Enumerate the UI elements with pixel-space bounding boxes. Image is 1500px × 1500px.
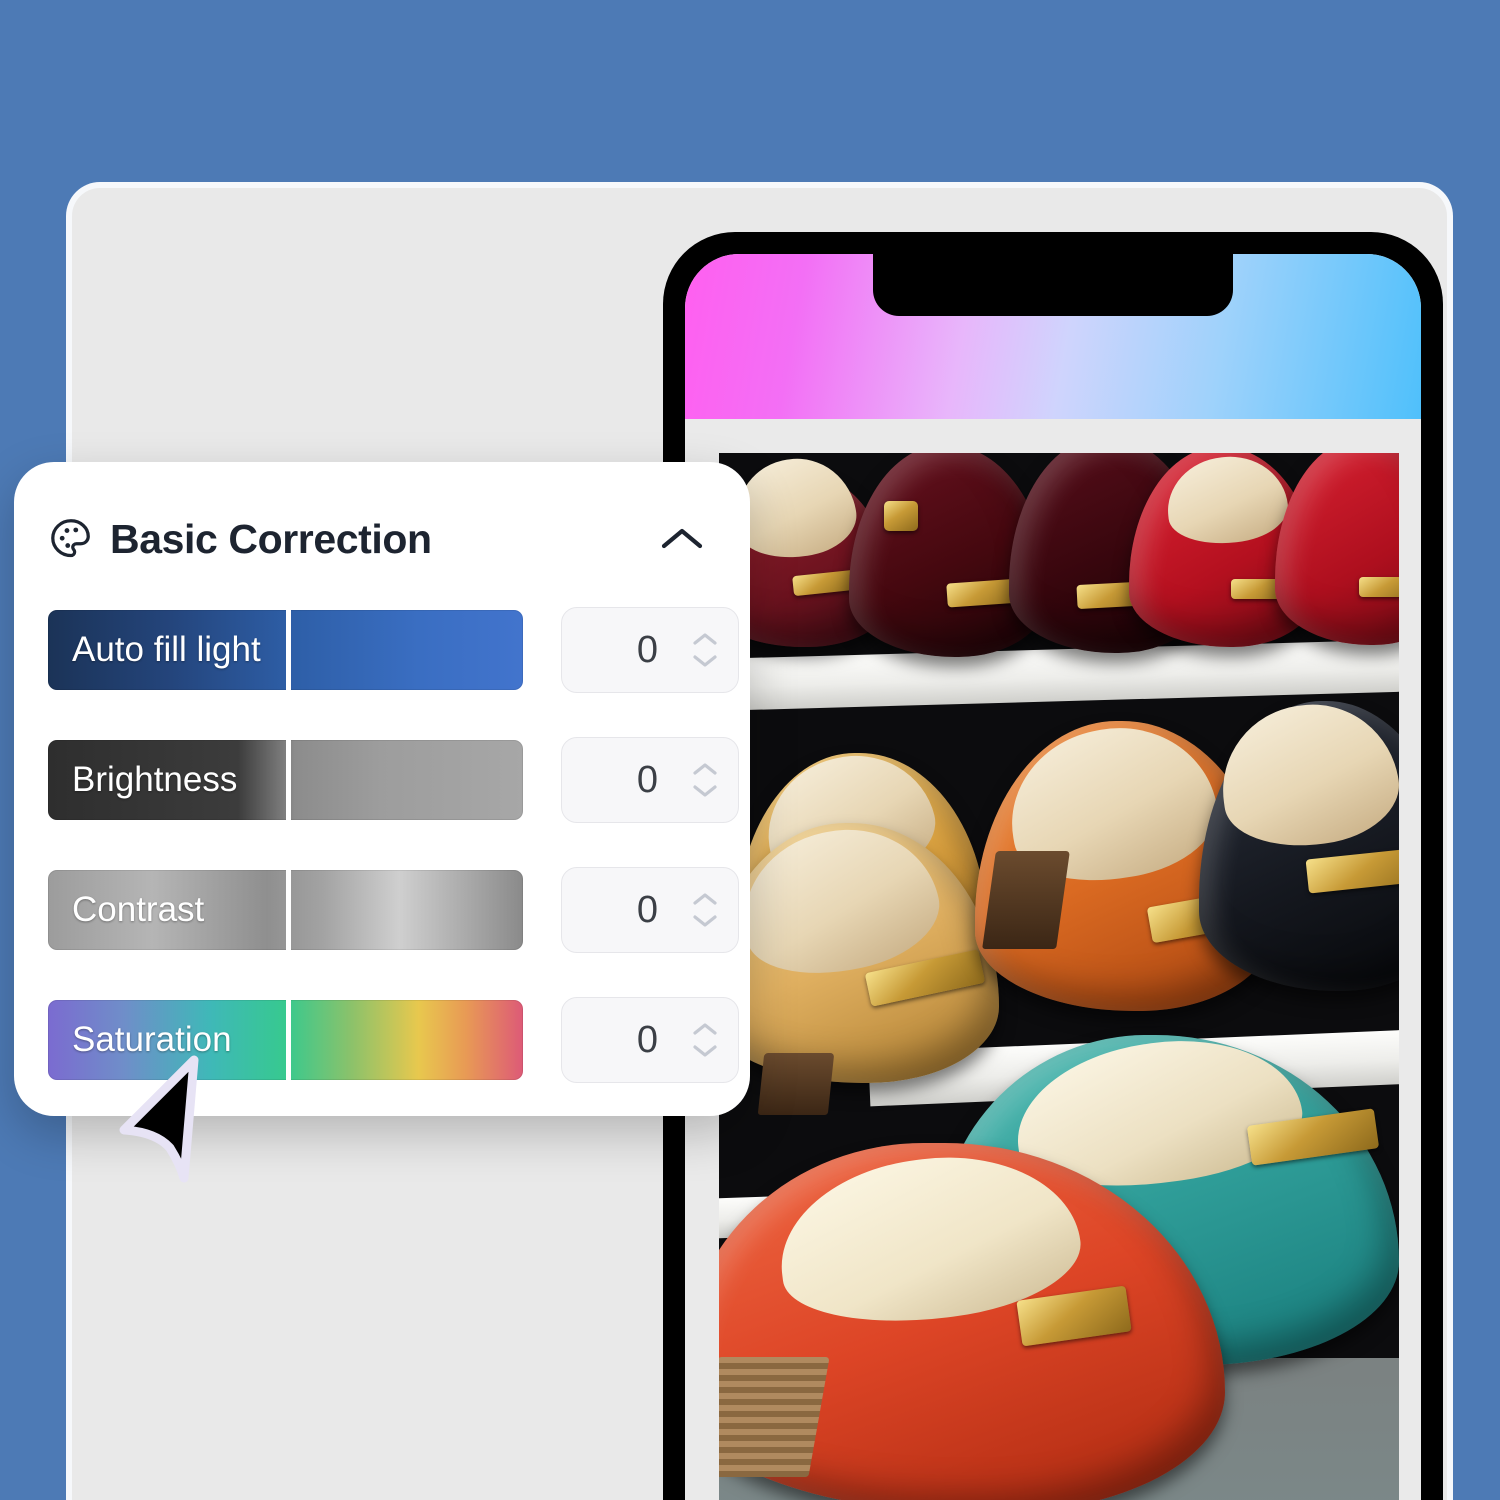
slider-row-contrast: Contrast 0 (48, 864, 739, 956)
slider-saturation[interactable]: Saturation (48, 1000, 523, 1080)
slider-label: Brightness (72, 760, 238, 799)
stepper-contrast[interactable]: 0 (561, 867, 739, 953)
phone-screen (685, 254, 1421, 1500)
phone-mockup (663, 232, 1443, 1500)
stepper-value: 0 (636, 628, 658, 671)
chevron-up-icon[interactable] (654, 511, 710, 567)
slider-list: Auto fill light 0 Brightness 0 Contrast … (48, 604, 739, 1086)
slider-thumb[interactable] (285, 870, 291, 950)
stepper-saturation[interactable]: 0 (561, 997, 739, 1083)
chevron-up-icon (693, 1023, 717, 1035)
slider-thumb[interactable] (285, 740, 291, 820)
phone-notch (873, 254, 1233, 316)
chevron-up-icon (693, 763, 717, 775)
shoe-buckle (884, 501, 918, 531)
stepper-arrows[interactable] (688, 631, 722, 669)
slider-thumb[interactable] (285, 1000, 291, 1080)
shelf-top (719, 638, 1399, 712)
stepper-value: 0 (636, 1018, 658, 1061)
chevron-down-icon (693, 1045, 717, 1057)
stepper-arrows[interactable] (688, 761, 722, 799)
slider-label: Auto fill light (72, 630, 261, 669)
chevron-down-icon (693, 915, 717, 927)
stepper-auto-fill-light[interactable]: 0 (561, 607, 739, 693)
slider-thumb[interactable] (285, 610, 291, 690)
chevron-down-icon (693, 655, 717, 667)
shoe-heel (757, 1053, 835, 1115)
shoe-red-2 (1275, 453, 1399, 645)
shoe-shelf-photo[interactable] (719, 453, 1399, 1500)
slider-row-saturation: Saturation 0 (48, 994, 739, 1086)
palette-icon (48, 516, 94, 562)
stepper-value: 0 (636, 758, 658, 801)
stepper-arrows[interactable] (688, 891, 722, 929)
panel-title: Basic Correction (110, 515, 432, 562)
slider-row-brightness: Brightness 0 (48, 734, 739, 826)
phone-app-body (685, 419, 1421, 1500)
panel-header: Basic Correction (48, 498, 716, 580)
shoe-buckle (1359, 577, 1399, 597)
slider-label: Saturation (72, 1020, 232, 1059)
slider-contrast[interactable]: Contrast (48, 870, 523, 950)
slider-row-auto-fill-light: Auto fill light 0 (48, 604, 739, 696)
stepper-brightness[interactable]: 0 (561, 737, 739, 823)
slider-auto-fill-light[interactable]: Auto fill light (48, 610, 523, 690)
chevron-down-icon (693, 785, 717, 797)
shoe-heel (982, 851, 1070, 949)
stepper-value: 0 (636, 888, 658, 931)
stepper-arrows[interactable] (688, 1021, 722, 1059)
chevron-up-icon (693, 633, 717, 645)
chevron-up-icon (693, 893, 717, 905)
slider-label: Contrast (72, 890, 205, 929)
basic-correction-panel: Basic Correction Auto fill light 0 Brigh… (14, 462, 750, 1116)
slider-brightness[interactable]: Brightness (48, 740, 523, 820)
